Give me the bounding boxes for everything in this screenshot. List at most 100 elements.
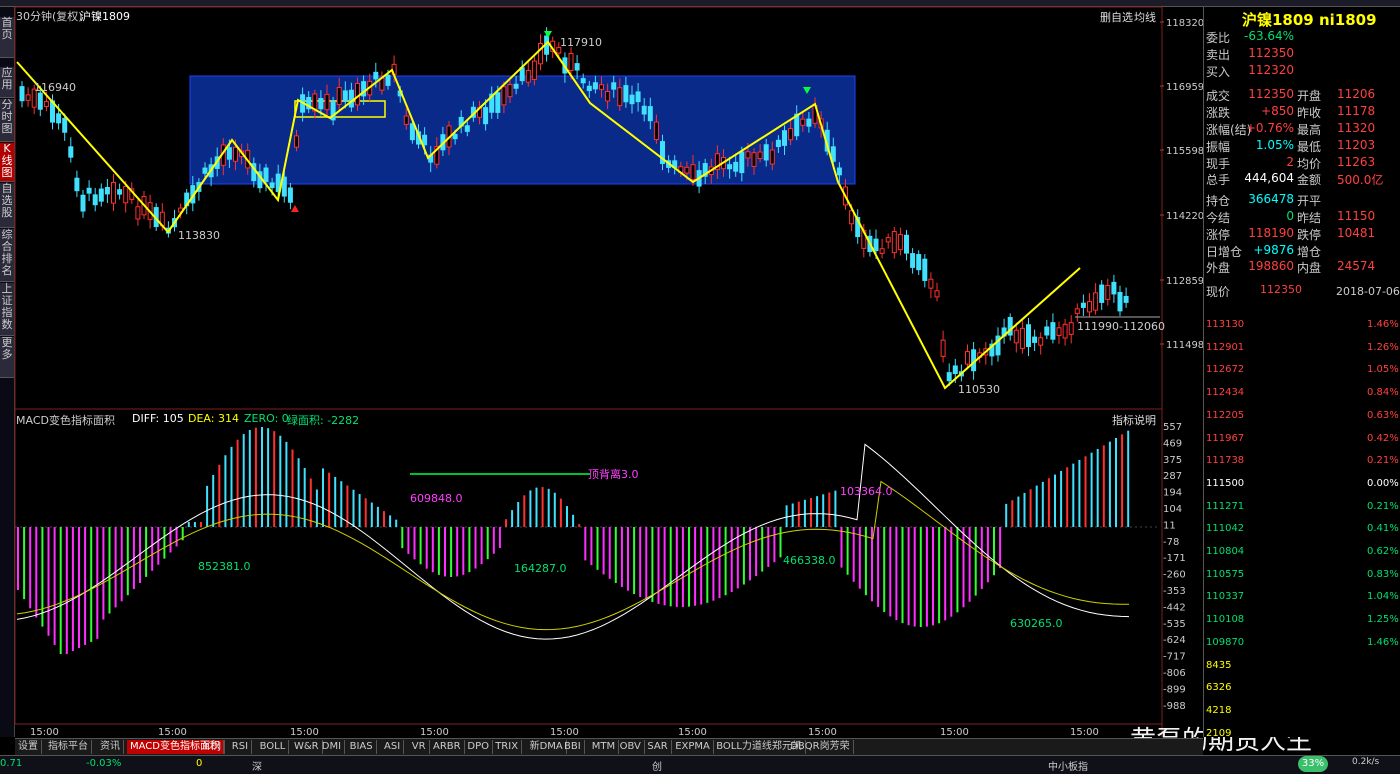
indicator-tab[interactable]: DPO xyxy=(464,740,493,754)
quote-row-key: 委比 xyxy=(1206,31,1231,45)
macd-bar xyxy=(1029,489,1032,527)
macd-axis-label: -899 xyxy=(1163,684,1186,695)
quote-row-key2: 开盘 xyxy=(1297,89,1322,104)
time-axis-label: 15:00 xyxy=(550,727,579,738)
macd-bar xyxy=(1115,438,1117,527)
macd-bar xyxy=(169,527,172,553)
indicator-tab[interactable]: RSI xyxy=(229,740,253,754)
candle-body xyxy=(800,118,806,126)
macd-bar xyxy=(248,429,251,527)
quote-row-key2: 最高 xyxy=(1297,123,1322,137)
mini-axis-left: 4218 xyxy=(1206,704,1232,716)
macd-bar xyxy=(267,428,270,527)
macd-bar xyxy=(1127,430,1130,527)
macd-bar xyxy=(126,527,129,596)
indicator-tab[interactable]: DBQR岗芳荣 xyxy=(787,740,854,754)
kline-chart[interactable]: 118320 116959 115598 114220 112859 111498 557 4… xyxy=(0,0,1400,773)
macd-bar xyxy=(663,527,666,606)
mini-axis-left: 113130 xyxy=(1206,319,1245,330)
quote-row-value: 112320 xyxy=(1248,62,1294,77)
status-market-cy[interactable]: 创 xyxy=(652,758,662,773)
macd-axis-label: -171 xyxy=(1163,553,1186,564)
quote-row: 持仓 366478 开平 xyxy=(1206,192,1400,208)
macd-bar xyxy=(193,522,196,527)
candle-body xyxy=(1080,302,1086,308)
macd-bar xyxy=(187,522,190,527)
quote-row-key: 现手 xyxy=(1206,156,1231,171)
indicator-tab[interactable]: BOLL xyxy=(257,740,290,754)
macd-bar xyxy=(962,527,965,608)
ma-button[interactable]: 均线 xyxy=(1134,9,1156,25)
quote-row-value2: 11150 xyxy=(1337,209,1376,223)
macd-bar xyxy=(907,527,910,626)
indicator-tab[interactable]: TRIX xyxy=(492,740,523,754)
candle-body xyxy=(1068,322,1074,335)
candle-body xyxy=(269,182,275,189)
indicator-tab[interactable]: 指标平台 xyxy=(45,740,92,754)
candle-body xyxy=(1074,308,1080,314)
indicator-tab[interactable]: VR xyxy=(409,740,430,754)
macd-bar xyxy=(200,522,202,527)
indicator-tab[interactable]: 资讯 xyxy=(97,740,124,754)
mini-axis-right: 1.46% xyxy=(1367,319,1399,330)
time-axis-label: 15:00 xyxy=(678,727,707,738)
macd-bar xyxy=(1060,470,1063,527)
candle-body xyxy=(934,290,940,298)
candle-body xyxy=(1062,323,1068,339)
macd-bar xyxy=(553,492,556,527)
mini-axis-right: 0.84% xyxy=(1367,387,1399,399)
macd-bar xyxy=(529,490,532,527)
indicator-tab[interactable]: ASI xyxy=(381,740,405,754)
indicator-tab[interactable]: ARBR xyxy=(430,740,465,754)
macd-bar xyxy=(596,527,599,570)
candle-body xyxy=(336,86,342,106)
indicator-help-button[interactable]: 指标说明 xyxy=(1112,412,1156,428)
quote-row-value: 112350 xyxy=(1248,87,1294,102)
mini-axis-left: 109870 xyxy=(1206,636,1245,648)
macd-bar xyxy=(956,527,959,613)
macd-bar xyxy=(620,527,623,587)
indicator-tab[interactable]: BIAS xyxy=(347,740,377,754)
candle-body xyxy=(409,123,415,141)
macd-bar xyxy=(303,468,306,527)
quote-row-key: 涨停 xyxy=(1206,227,1231,242)
macd-bar xyxy=(993,527,995,576)
macd-bar xyxy=(1102,445,1105,527)
status-sme-index[interactable]: 中小板指 xyxy=(1048,758,1088,773)
indicator-tab[interactable]: MTM xyxy=(589,740,620,754)
candle-body xyxy=(836,167,842,176)
status-market-sz[interactable]: 深 xyxy=(252,758,262,773)
quote-row-value2: 11320 xyxy=(1337,121,1376,135)
candle-body xyxy=(1117,291,1123,312)
macd-bar xyxy=(108,527,111,614)
indicator-tab[interactable]: KDJ xyxy=(201,740,226,754)
indicator-tab[interactable]: OBV xyxy=(617,740,645,754)
macd-bar xyxy=(1066,467,1069,527)
indicator-tab[interactable]: SAR xyxy=(644,740,672,754)
macd-bar xyxy=(773,527,776,563)
mini-axis-left: 8435 xyxy=(1206,659,1232,671)
indicator-tab[interactable]: 设置 xyxy=(15,740,42,754)
indicator-tab[interactable]: DMI xyxy=(319,740,346,754)
candle-body xyxy=(751,152,757,167)
macd-bar xyxy=(1090,452,1093,527)
macd-axis-label: -353 xyxy=(1163,586,1186,597)
candle-body xyxy=(452,133,458,140)
candle-body xyxy=(342,90,348,102)
candle-body xyxy=(62,117,68,133)
quote-row-key: 今结 xyxy=(1206,211,1231,225)
quote-row-key2: 金额 xyxy=(1297,173,1322,188)
time-axis-label: 15:00 xyxy=(1070,727,1099,738)
macd-bar xyxy=(242,434,245,527)
macd-bar xyxy=(352,489,355,527)
indicator-tab[interactable]: EXPMA xyxy=(672,740,714,754)
quote-row-key: 总手 xyxy=(1206,173,1231,188)
candle-body xyxy=(806,118,812,127)
indicator-tab[interactable]: BBI xyxy=(561,740,585,754)
macd-bar xyxy=(755,527,758,577)
time-axis-label: 15:00 xyxy=(940,727,969,738)
quote-row-key: 振幅 xyxy=(1206,139,1231,154)
remove-watchlist-button[interactable]: 删自选 xyxy=(1100,9,1133,25)
quote-row-value: +850 xyxy=(1261,104,1294,119)
candle-body xyxy=(37,92,43,110)
